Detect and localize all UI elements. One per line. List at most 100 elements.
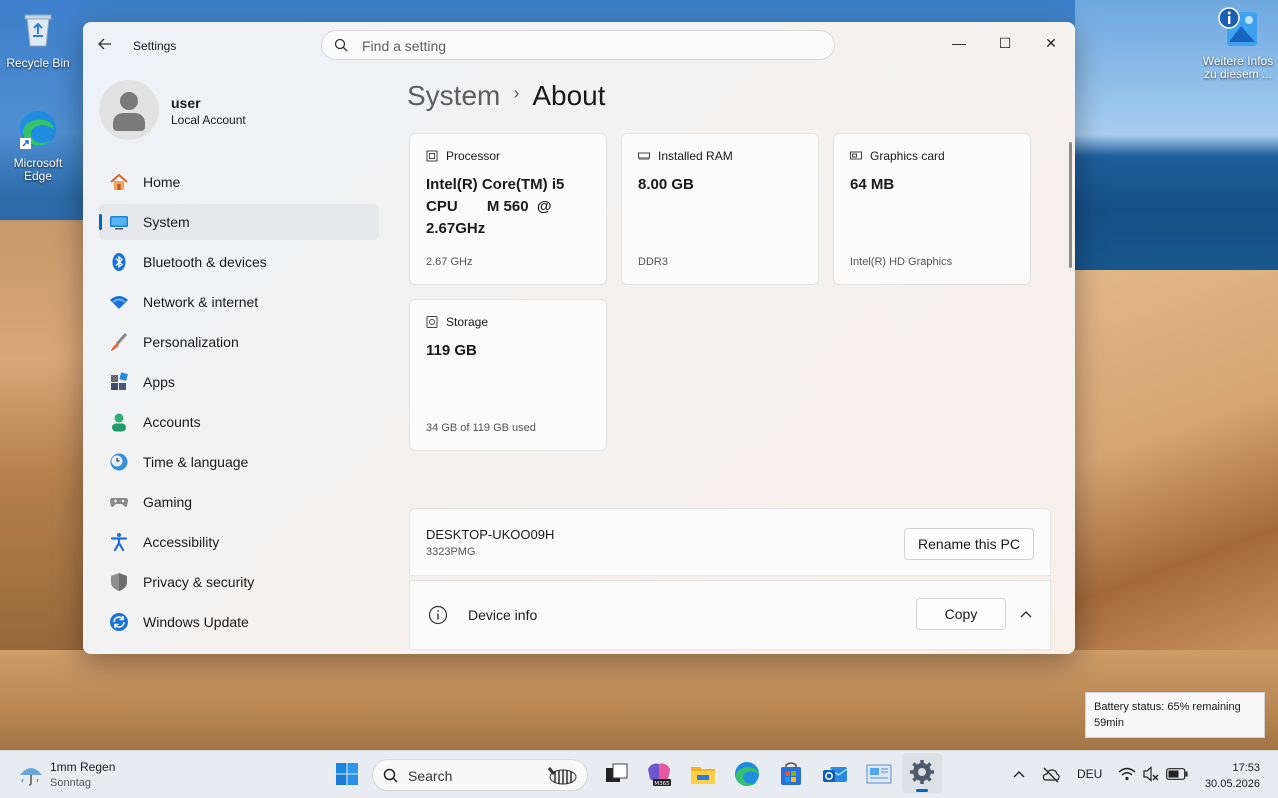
user-name: user: [171, 95, 201, 111]
clock-time: 17:53: [1232, 762, 1260, 774]
gamepad-icon: [110, 498, 128, 507]
microsoft-store-icon[interactable]: [776, 759, 806, 789]
sidebar-item-privacy-security[interactable]: Privacy & security: [99, 564, 379, 600]
edge-icon[interactable]: [732, 759, 762, 789]
copy-button[interactable]: Copy: [916, 598, 1006, 630]
pc-name-row: DESKTOP-UKOO09H 3323PMG Rename this PC: [409, 508, 1051, 576]
input-language[interactable]: DEU: [1077, 767, 1102, 781]
desktop-icon-label: Microsoft Edge: [13, 156, 63, 183]
page-title: About: [532, 80, 606, 111]
active-indicator: [916, 789, 928, 792]
sidebar-item-gaming[interactable]: Gaming: [99, 484, 379, 520]
weather-rain-icon[interactable]: [18, 761, 44, 787]
sidebar-item-system[interactable]: System: [99, 204, 379, 240]
wifi-icon: [110, 296, 128, 309]
task-view-icon[interactable]: [602, 759, 632, 789]
minimize-button[interactable]: —: [936, 28, 982, 58]
app-title: Settings: [133, 39, 177, 53]
sidebar-item-time-language[interactable]: Time & language: [99, 444, 379, 480]
spec-value: 64 MB: [850, 176, 895, 193]
taskbar-search-label: Search: [408, 768, 453, 784]
chevron-up-icon[interactable]: [1012, 769, 1026, 779]
bluetooth-icon: [112, 253, 126, 271]
user-account-type: Local Account: [171, 113, 246, 127]
sidebar-nav: Home System Bluetooth & devices Network …: [99, 164, 379, 644]
search-icon: [334, 38, 348, 52]
breadcrumb-parent[interactable]: System: [407, 80, 500, 111]
shield-icon: [111, 573, 127, 591]
edge-icon: [20, 111, 56, 149]
scrollbar[interactable]: [1069, 142, 1072, 268]
maximize-button[interactable]: ☐: [982, 28, 1028, 58]
update-icon: [110, 613, 128, 631]
spec-card-ram: Installed RAM 8.00 GB DDR3: [621, 133, 819, 285]
battery-icon[interactable]: [1166, 768, 1188, 780]
cloud-off-icon[interactable]: [1042, 766, 1060, 784]
desktop-icon-recycle-bin[interactable]: Recycle Bin: [0, 8, 76, 70]
spec-card-graphics: Graphics card 64 MB Intel(R) HD Graphics: [833, 133, 1031, 285]
gpu-icon: [850, 151, 862, 160]
avatar[interactable]: [99, 80, 159, 140]
outlook-icon[interactable]: [820, 759, 850, 789]
ram-icon: [638, 152, 650, 160]
wifi-icon[interactable]: [1118, 767, 1136, 781]
spec-value: 119 GB: [426, 342, 477, 359]
speaker-muted-icon[interactable]: [1142, 766, 1160, 782]
taskbar: 1mm Regen Sonntag Search M365 DEU 17:53 …: [0, 750, 1278, 798]
sidebar-item-bluetooth[interactable]: Bluetooth & devices: [99, 244, 379, 280]
apps-icon: [111, 372, 128, 390]
title-bar: Settings Find a setting — ☐ ✕: [83, 22, 1075, 70]
gear-icon: [910, 760, 934, 784]
start-windows-icon[interactable]: [332, 759, 362, 789]
spec-card-processor: Processor Intel(R) Core(TM) i5 CPU M 560…: [409, 133, 607, 285]
sidebar-item-personalization[interactable]: Personalization: [99, 324, 379, 360]
weather-condition[interactable]: 1mm Regen: [50, 760, 115, 774]
cpu-icon: [426, 150, 438, 162]
back-button[interactable]: [97, 36, 117, 56]
sidebar-item-apps[interactable]: Apps: [99, 364, 379, 400]
zebra-highlight-icon: [547, 767, 577, 785]
clock[interactable]: 17:53 30.05.2026: [1196, 760, 1260, 792]
device-info-label: Device info: [468, 607, 538, 623]
file-explorer-icon[interactable]: [688, 759, 718, 789]
sidebar-item-accounts[interactable]: Accounts: [99, 404, 379, 440]
settings-window: Settings Find a setting — ☐ ✕ user Local…: [83, 22, 1075, 654]
spec-detail: 2.67 GHz: [426, 256, 473, 268]
chevron-up-icon[interactable]: [1020, 609, 1032, 619]
spec-value: 8.00 GB: [638, 176, 694, 193]
pc-model: 3323PMG: [426, 546, 476, 558]
settings-search-input[interactable]: Find a setting: [321, 30, 835, 60]
desktop-icon-edge[interactable]: Microsoft Edge: [0, 108, 76, 183]
close-button[interactable]: ✕: [1028, 28, 1074, 58]
rename-pc-button[interactable]: Rename this PC: [904, 528, 1034, 560]
search-placeholder: Find a setting: [362, 38, 447, 54]
chevron-right-icon: ›: [513, 83, 520, 104]
brush-icon: [111, 332, 128, 351]
info-photo-icon: [1218, 7, 1257, 46]
desktop-icon-label: Weitere Infos zu diesem ...: [1202, 54, 1274, 81]
sidebar-item-home[interactable]: Home: [99, 164, 379, 200]
svg-text:M365: M365: [654, 781, 670, 787]
spec-detail: Intel(R) HD Graphics: [850, 256, 953, 268]
pc-name: DESKTOP-UKOO09H: [426, 527, 555, 542]
desktop-icon-info[interactable]: Weitere Infos zu diesem ...: [1200, 6, 1276, 81]
arrow-left-icon: [98, 38, 111, 50]
taskbar-settings-active[interactable]: [902, 753, 942, 793]
sidebar-item-network[interactable]: Network & internet: [99, 284, 379, 320]
person-icon: [112, 413, 126, 432]
sidebar-item-accessibility[interactable]: Accessibility: [99, 524, 379, 560]
weather-day: Sonntag: [50, 777, 91, 789]
clock-globe-icon: [110, 453, 128, 471]
desktop-icon-label: Recycle Bin: [6, 56, 70, 70]
taskbar-search-box[interactable]: Search: [372, 759, 588, 791]
storage-icon: [426, 316, 438, 328]
breadcrumb: System › About: [407, 80, 606, 112]
battery-tooltip: Battery status: 65% remaining 59min: [1085, 692, 1265, 738]
sidebar-item-windows-update[interactable]: Windows Update: [99, 604, 379, 640]
search-icon: [383, 768, 398, 783]
accessibility-icon: [110, 533, 128, 552]
spec-detail: DDR3: [638, 256, 668, 268]
device-info-row[interactable]: Device info Copy: [409, 580, 1051, 650]
m365-copilot-icon[interactable]: M365: [644, 759, 674, 789]
control-panel-icon[interactable]: [864, 759, 894, 789]
